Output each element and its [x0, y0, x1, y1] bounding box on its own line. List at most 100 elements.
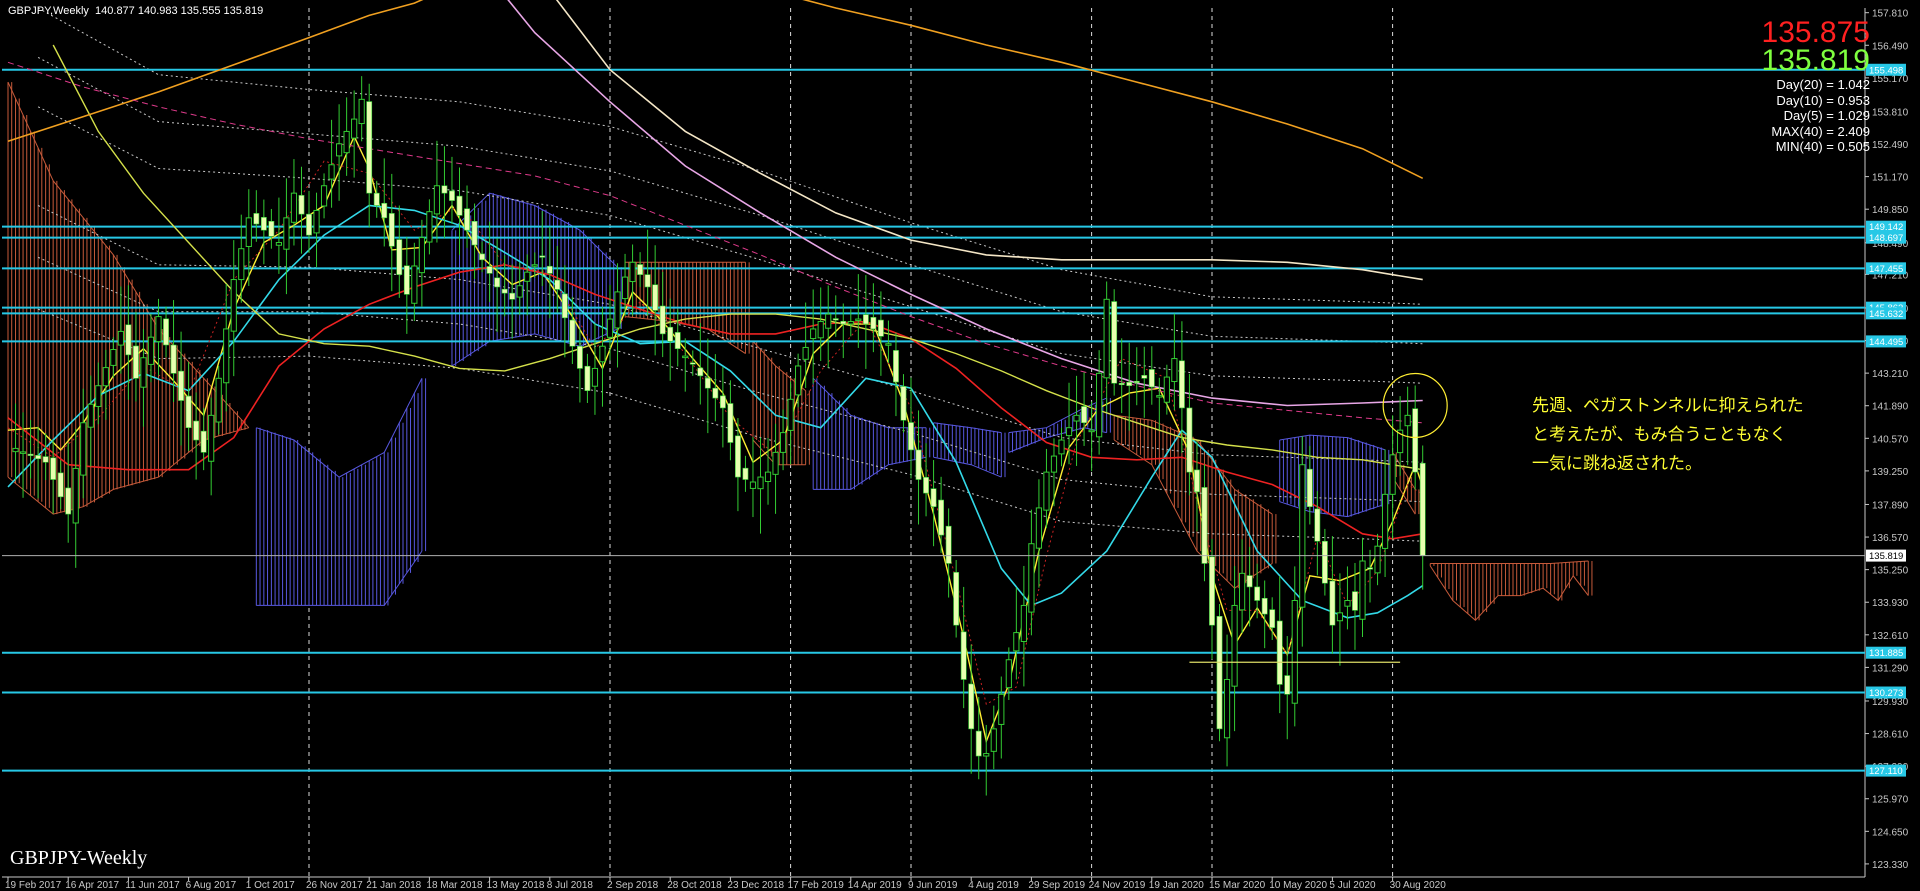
candle-body-bear [1261, 597, 1268, 615]
candle-body-bull [1336, 612, 1344, 622]
candle-body-bear [193, 420, 200, 441]
candle-body-bull [621, 276, 629, 300]
level-tag-label: 155.498 [1869, 65, 1903, 76]
candle-body-bull [1005, 659, 1012, 689]
candle-body-bull [629, 261, 636, 283]
time-tick-label: 21 Jan 2018 [366, 880, 421, 891]
candle-body-bear [923, 477, 929, 494]
candle-body-bull [810, 328, 817, 340]
candle-body-bear [306, 213, 312, 236]
annotation-line: と考えたが、もみ合うこともなく [1532, 425, 1787, 445]
candle-body-bear [133, 345, 139, 379]
candle-body-bull [283, 217, 290, 250]
time-tick-label: 23 Dec 2018 [727, 880, 784, 891]
candle-body-bear [1209, 556, 1215, 626]
candle-body-bear [1148, 369, 1155, 388]
time-tick-label: 8 Jul 2018 [547, 880, 594, 891]
candle-body-bear [1329, 580, 1336, 626]
candle-body-bull [1096, 372, 1103, 438]
time-tick-label: 6 Aug 2017 [186, 880, 237, 891]
candle-body-bear [968, 683, 975, 730]
candle-body-bear [163, 318, 169, 346]
time-tick-label: 19 Feb 2017 [5, 880, 62, 891]
candle-body-bear [561, 293, 568, 319]
candle-body-bear [584, 365, 591, 391]
time-tick-label: 16 Apr 2017 [65, 880, 119, 891]
candle-body-bear [659, 305, 666, 335]
candle-body-bear [464, 208, 470, 231]
candle-body-bear [546, 265, 553, 274]
candle-body-bull [290, 192, 298, 223]
candle-body-bull [1359, 560, 1366, 620]
candle-body-bull [847, 321, 854, 325]
candle-body-bear [125, 324, 132, 356]
candle-body-bull [599, 345, 606, 363]
candle-body-bull [524, 271, 531, 282]
chart-header: GBPJPY,Weekly 140.877 140.983 135.555 13… [8, 5, 263, 17]
candle-body-bull [1239, 572, 1246, 611]
candle-body-bear [1352, 591, 1358, 611]
candle-body-bear [403, 265, 410, 295]
candle-body-bull [1381, 493, 1389, 549]
candle-body-bear [908, 422, 914, 451]
time-tick-label: 10 May 2020 [1269, 880, 1327, 891]
candle-body-bull [772, 451, 779, 475]
time-tick-label: 2 Sep 2018 [607, 880, 659, 891]
time-tick-label: 5 Jul 2020 [1329, 880, 1376, 891]
price-tick-label: 132.610 [1872, 631, 1909, 642]
candle-body-bull [1223, 679, 1231, 739]
candle-body-bear [975, 730, 982, 757]
candle-body-bear [50, 457, 57, 480]
candle-body-bear [471, 221, 478, 246]
candle-body-bear [893, 350, 899, 383]
candle-body-bull [418, 237, 425, 274]
candle-body-bear [1141, 375, 1148, 379]
candle-body-bear [953, 572, 960, 626]
price-tick-label: 139.250 [1872, 467, 1909, 478]
candle-body-bull [275, 242, 282, 246]
candle-body-bull [1103, 298, 1110, 379]
candle-body-bear [930, 488, 937, 507]
candle-body-bull [1291, 600, 1298, 704]
candle-body-bear [1254, 586, 1261, 601]
candle-body-bull [1404, 414, 1411, 427]
price-tick-label: 128.610 [1872, 730, 1909, 741]
candle-body-bull [336, 143, 343, 157]
candle-body-bull [787, 398, 794, 431]
price-tick-label: 156.490 [1872, 41, 1909, 52]
time-tick-label: 11 Jun 2017 [125, 880, 180, 891]
level-tag-label: 144.495 [1869, 337, 1903, 348]
candle-body-bull [983, 753, 990, 757]
candle-body-bull [117, 330, 124, 346]
candle-body-bear [1321, 540, 1328, 584]
price-tick-label: 153.810 [1872, 107, 1909, 118]
moving-average-line [507, 0, 1423, 407]
candle-body-bull [155, 316, 162, 343]
time-tick-label: 4 Aug 2019 [968, 880, 1019, 891]
candle-body-bear [260, 217, 267, 231]
price-tick-label: 123.330 [1872, 860, 1909, 871]
candle-body-bear [373, 192, 380, 206]
candle-body-bear [1179, 360, 1185, 409]
stat-day10: Day(10) = 0.953 [1776, 92, 1870, 108]
price-tick-label: 137.890 [1872, 500, 1909, 511]
moving-average-line [52, 44, 1423, 471]
candle-body-bull [245, 217, 252, 247]
candle-body-bear [870, 317, 877, 330]
candle-body-bear [1284, 675, 1291, 695]
candle-body-bear [509, 292, 516, 300]
price-tick-label: 143.210 [1872, 369, 1909, 380]
candle-body-bear [862, 314, 869, 325]
candle-body-bull [320, 185, 328, 207]
candle-body-bull [95, 385, 102, 407]
time-tick-label: 14 Apr 2019 [848, 880, 902, 891]
candle-body-bull [433, 185, 441, 215]
candle-body-bull [855, 318, 862, 322]
candle-body-bear [396, 239, 403, 275]
candle-body-bear [381, 202, 388, 219]
candle-body-bear [1269, 609, 1276, 628]
candle-body-bull [102, 367, 109, 387]
candle-body-bear [719, 395, 726, 409]
candle-body-bear [494, 277, 501, 288]
candle-body-bear [388, 213, 395, 247]
